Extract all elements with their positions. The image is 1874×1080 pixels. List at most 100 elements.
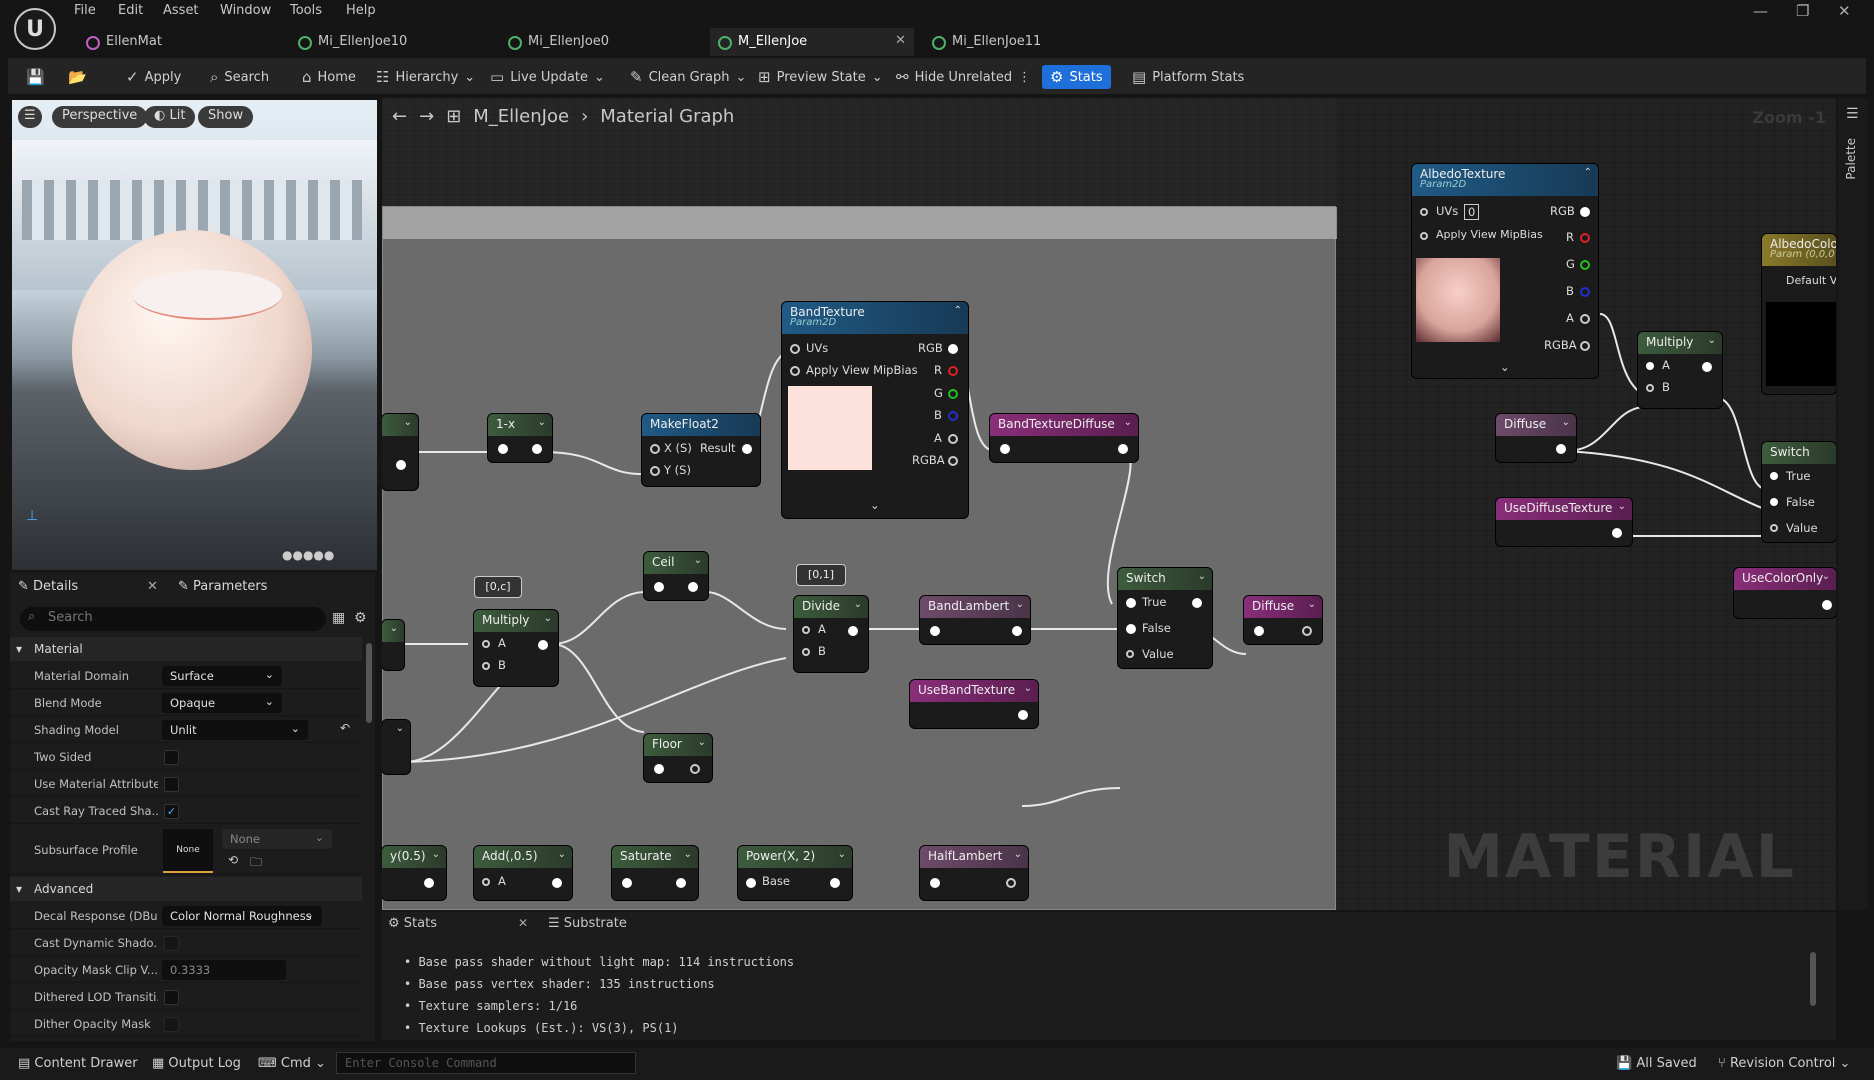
input-pin[interactable] xyxy=(790,366,800,376)
decal-response-select[interactable]: Color Normal Roughness ⌄ xyxy=(162,906,322,926)
palette-tab[interactable]: Palette xyxy=(1844,138,1858,180)
section-material[interactable]: ▾ Material xyxy=(10,637,362,661)
output-pin[interactable] xyxy=(676,878,686,888)
blend-mode-select[interactable]: Opaque ⌄ xyxy=(162,693,282,713)
node-power[interactable]: Power(X, 2) ⌄ Base xyxy=(738,846,852,900)
cmd-dropdown[interactable]: ⌨ Cmd ⌄ xyxy=(258,1056,326,1071)
output-pin[interactable] xyxy=(1006,878,1016,888)
lit-button[interactable]: ◐ Lit xyxy=(144,106,196,128)
output-pin[interactable] xyxy=(1118,444,1128,454)
use-selected-icon[interactable]: ⟲ xyxy=(228,853,238,867)
menu-edit[interactable]: Edit xyxy=(118,3,143,18)
input-pin[interactable] xyxy=(1254,626,1264,636)
input-pin[interactable] xyxy=(650,444,660,454)
output-pin[interactable] xyxy=(688,582,698,592)
subsurface-select[interactable]: None ⌄ xyxy=(222,829,332,849)
input-pin[interactable] xyxy=(1126,624,1136,634)
apply-button[interactable]: ✓ Apply xyxy=(122,65,185,89)
output-pin[interactable] xyxy=(1580,314,1590,324)
output-pin[interactable] xyxy=(948,344,958,354)
console-input[interactable]: Enter Console Command xyxy=(336,1052,636,1074)
output-pin[interactable] xyxy=(396,460,406,470)
hide-unrelated-button[interactable]: ⚯ Hide Unrelated xyxy=(892,65,1016,89)
stats-scrollbar[interactable] xyxy=(1810,952,1816,1006)
node-multiply[interactable]: Multiply ⌄ A B xyxy=(474,610,558,686)
input-pin[interactable] xyxy=(802,626,810,634)
forward-arrow-icon[interactable]: → xyxy=(419,106,434,127)
subsurface-thumbnail[interactable]: None xyxy=(163,829,213,873)
tab-mi-ellenjoe11[interactable]: Mi_EllenJoe11 xyxy=(924,28,1124,56)
node-add05[interactable]: Add(,0.5) ⌄ A xyxy=(474,846,572,900)
input-pin[interactable] xyxy=(482,878,490,886)
tab-ellenmat[interactable]: EllenMat xyxy=(78,28,274,56)
reset-icon[interactable]: ↶ xyxy=(340,721,350,735)
output-pin[interactable] xyxy=(538,640,548,650)
revision-control-button[interactable]: ⑂ Revision Control ⌄ xyxy=(1718,1056,1850,1071)
tab-mi-ellenjoe10[interactable]: Mi_EllenJoe10 xyxy=(290,28,490,56)
tab-details[interactable]: ✎ Details xyxy=(18,579,78,594)
palette-menu-icon[interactable]: ☰ xyxy=(1846,106,1859,122)
shading-model-select[interactable]: Unlit ⌄ xyxy=(162,720,308,740)
section-advanced[interactable]: ▾ Advanced xyxy=(10,877,362,901)
use-material-attributes-checkbox[interactable] xyxy=(164,777,179,792)
preview-state-button[interactable]: ⊞ Preview State ⌄ xyxy=(754,65,887,89)
menu-window[interactable]: Window xyxy=(220,3,271,18)
tab-m-ellenjoe[interactable]: M_EllenJoe ✕ xyxy=(710,28,914,56)
maximize-icon[interactable]: ❐ xyxy=(1796,2,1809,20)
close-tab-icon[interactable]: ✕ xyxy=(895,33,906,48)
output-pin[interactable] xyxy=(1018,710,1028,720)
output-pin[interactable] xyxy=(1192,598,1202,608)
input-pin[interactable] xyxy=(482,640,490,648)
input-pin[interactable] xyxy=(1000,444,1010,454)
input-pin[interactable] xyxy=(802,648,810,656)
output-pin[interactable] xyxy=(1580,233,1590,243)
input-pin[interactable] xyxy=(1420,208,1428,216)
minimize-icon[interactable]: — xyxy=(1753,2,1768,20)
output-pin[interactable] xyxy=(742,444,752,454)
output-pin[interactable] xyxy=(948,366,958,376)
input-pin[interactable] xyxy=(498,444,508,454)
node-multiply-2[interactable]: Multiply ⌄ A B xyxy=(1638,332,1722,408)
output-pin[interactable] xyxy=(532,444,542,454)
table-view-icon[interactable]: ▦ xyxy=(332,610,345,626)
node-partial-left[interactable]: ⌄ xyxy=(382,414,418,490)
menu-help[interactable]: Help xyxy=(346,3,376,18)
output-pin[interactable] xyxy=(848,626,858,636)
expand-icon[interactable]: ⌄ xyxy=(870,498,880,512)
cast-ray-traced-checkbox[interactable]: ✓ xyxy=(164,804,179,819)
input-pin[interactable] xyxy=(1126,650,1134,658)
all-saved-button[interactable]: 💾 All Saved xyxy=(1616,1056,1697,1071)
input-pin[interactable] xyxy=(746,878,756,888)
clean-graph-button[interactable]: ✎ Clean Graph ⌄ xyxy=(626,65,750,89)
dither-opacity-mask-checkbox[interactable] xyxy=(164,1017,179,1032)
node-switch[interactable]: Switch ⌄ True False Value xyxy=(1118,568,1212,668)
dithered-lod-checkbox[interactable] xyxy=(164,990,179,1005)
preview-viewport[interactable]: ☰ Perspective ◐ Lit Show ⊥ ●●●●● xyxy=(12,100,377,570)
input-pin[interactable] xyxy=(654,764,664,774)
output-pin[interactable] xyxy=(1822,600,1832,610)
tab-substrate[interactable]: ☰ Substrate xyxy=(548,916,627,931)
input-pin[interactable] xyxy=(1770,498,1778,506)
search-button[interactable]: ⌕ Search xyxy=(206,65,273,89)
input-pin[interactable] xyxy=(930,878,940,888)
output-pin[interactable] xyxy=(1556,444,1566,454)
node-diffuse-param[interactable]: Diffuse ⌄ xyxy=(1496,414,1576,462)
input-pin[interactable] xyxy=(790,344,800,354)
output-pin[interactable] xyxy=(424,878,434,888)
node-band-texture-diffuse[interactable]: BandTextureDiffuse ⌄ xyxy=(990,414,1138,462)
input-pin[interactable] xyxy=(1646,384,1654,392)
output-pin[interactable] xyxy=(948,389,958,399)
details-scrollbar[interactable] xyxy=(366,643,372,723)
output-pin[interactable] xyxy=(1612,528,1622,538)
two-sided-checkbox[interactable] xyxy=(164,750,179,765)
tab-stats[interactable]: ⚙ Stats xyxy=(388,916,437,931)
input-pin[interactable] xyxy=(1646,362,1654,370)
output-pin[interactable] xyxy=(690,764,700,774)
node-albedo-texture[interactable]: AlbedoTexture Param2D ⌃ UVs 0 Apply View Mi… xyxy=(1412,164,1598,378)
save-button[interactable]: 💾 xyxy=(22,65,49,89)
more-options-icon[interactable]: ⋮ xyxy=(1014,65,1035,89)
node-one-minus[interactable]: 1-x ⌄ xyxy=(488,414,552,462)
output-log-button[interactable]: ▦ Output Log xyxy=(152,1056,241,1071)
details-search-input[interactable]: ⌕ Search xyxy=(20,607,326,631)
platform-stats-button[interactable]: ▤ Platform Stats xyxy=(1128,65,1248,89)
